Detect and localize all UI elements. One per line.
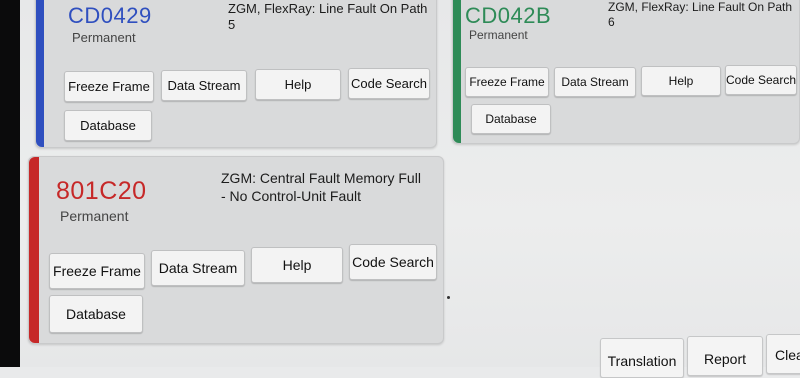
database-button[interactable]: Database	[64, 110, 152, 141]
fault-status: Permanent	[72, 30, 136, 45]
database-button[interactable]: Database	[471, 104, 551, 134]
fault-description: ZGM, FlexRay: Line Fault On Path 6	[608, 0, 793, 29]
help-button[interactable]: Help	[255, 69, 341, 100]
status-stripe	[453, 0, 461, 143]
status-stripe	[29, 157, 39, 343]
freeze-frame-button[interactable]: Freeze Frame	[49, 253, 145, 289]
fault-description-line1: ZGM: Central Fault Memory Full	[221, 170, 421, 186]
database-button[interactable]: Database	[49, 295, 143, 333]
fault-code: CD042B	[465, 3, 552, 28]
fault-status: Permanent	[60, 208, 129, 224]
freeze-frame-button[interactable]: Freeze Frame	[64, 71, 154, 102]
help-button[interactable]: Help	[251, 247, 343, 283]
fault-card-cd042b: CD042B Permanent ZGM, FlexRay: Line Faul…	[452, 0, 800, 144]
code-search-button[interactable]: Code Search	[725, 65, 797, 95]
clear-button[interactable]: Clea	[766, 334, 800, 374]
data-stream-button[interactable]: Data Stream	[151, 250, 245, 286]
code-search-button[interactable]: Code Search	[349, 244, 437, 280]
fault-code: 801C20	[56, 177, 147, 205]
fault-description-line2: - No Control-Unit Fault	[221, 188, 362, 204]
fault-card-cd0429: CD0429 Permanent ZGM, FlexRay: Line Faul…	[35, 0, 437, 148]
fault-code: CD0429	[68, 3, 152, 28]
status-stripe	[36, 0, 44, 147]
freeze-frame-button[interactable]: Freeze Frame	[465, 67, 549, 97]
report-button[interactable]: Report	[687, 336, 763, 376]
fault-card-801c20: 801C20 Permanent ZGM: Central Fault Memo…	[28, 156, 444, 344]
fault-description: ZGM, FlexRay: Line Fault On Path 5	[228, 1, 428, 32]
data-stream-button[interactable]: Data Stream	[161, 70, 247, 101]
fault-status: Permanent	[469, 28, 528, 42]
code-search-button[interactable]: Code Search	[348, 68, 430, 99]
help-button[interactable]: Help	[641, 66, 721, 96]
screen-dust-speck	[447, 296, 450, 299]
data-stream-button[interactable]: Data Stream	[554, 67, 636, 97]
translation-button[interactable]: Translation	[600, 338, 684, 378]
